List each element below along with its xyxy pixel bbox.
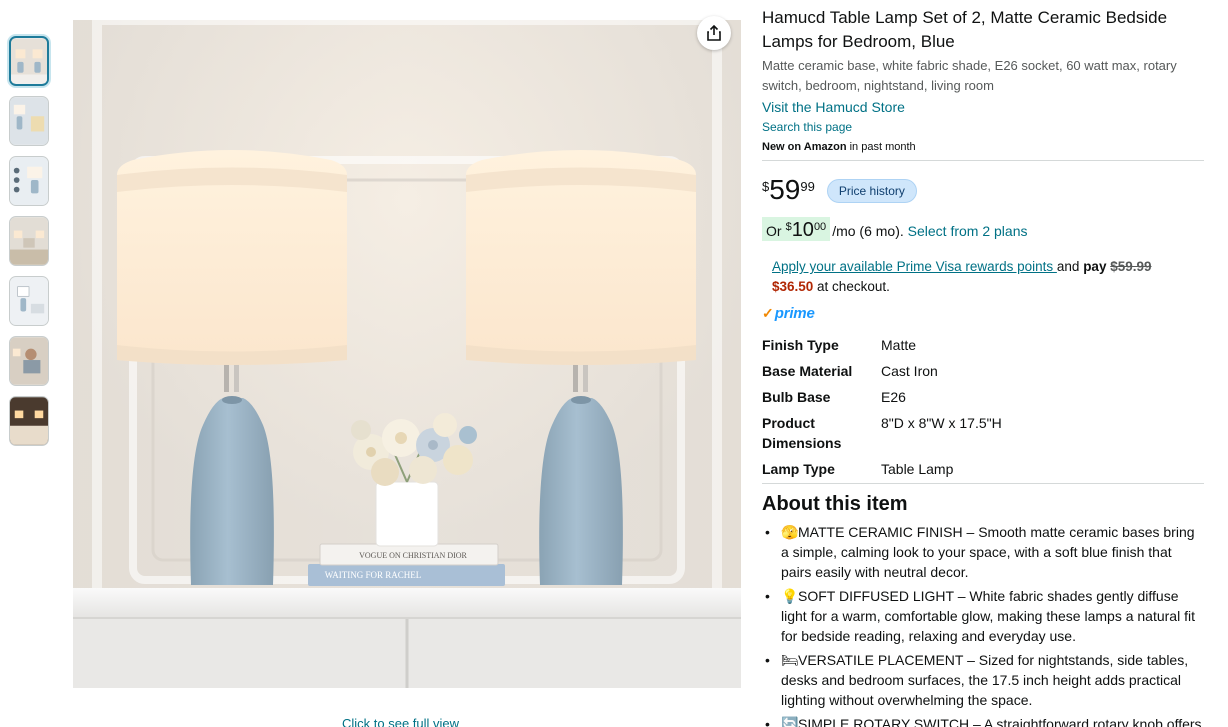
monthly-or: Or xyxy=(766,223,782,239)
product-info: Hamucd Table Lamp Set of 2, Matte Cerami… xyxy=(762,6,1204,727)
thumbnail-strip xyxy=(9,36,49,456)
price-whole: 59 xyxy=(769,174,801,205)
prime-visa-checkout: at checkout. xyxy=(813,279,890,294)
full-view-link[interactable]: Click to see full view xyxy=(342,716,459,727)
thumbnail-4[interactable] xyxy=(9,216,49,266)
spec-key: Product Dimensions xyxy=(762,415,842,451)
new-on-amazon-period: in past month xyxy=(846,141,916,153)
spec-key: Lamp Type xyxy=(762,461,835,477)
select-plans-link[interactable]: Select from 2 plans xyxy=(908,223,1028,239)
spec-value: Table Lamp xyxy=(881,461,954,477)
about-bullet: 💡SOFT DIFFUSED LIGHT – White fabric shad… xyxy=(762,586,1204,646)
prime-visa-link[interactable]: Apply your available Prime Visa rewards … xyxy=(772,259,1057,274)
price-history-button[interactable]: Price history xyxy=(826,179,917,203)
prime-check-icon: ✓ xyxy=(762,304,774,321)
bullet-text: MATTE CERAMIC FINISH – Smooth matte cera… xyxy=(781,524,1195,580)
spec-value: E26 xyxy=(881,389,906,405)
spec-row: Base Material Cast Iron xyxy=(762,361,1204,381)
thumbnail-1[interactable] xyxy=(9,36,49,86)
thumbnail-6[interactable] xyxy=(9,336,49,386)
monthly-payment: Or $ 10 00 /mo (6 mo). Select from 2 pla… xyxy=(762,217,1204,243)
monthly-terms: /mo (6 mo). Select from 2 plans xyxy=(832,223,1027,239)
about-bullet: 🛏VERSATILE PLACEMENT – Sized for nightst… xyxy=(762,650,1204,710)
store-link[interactable]: Visit the Hamucd Store xyxy=(762,97,1204,117)
share-icon xyxy=(707,24,721,41)
prime-visa-pay: pay xyxy=(1083,259,1107,274)
monthly-fraction: 00 xyxy=(813,221,827,233)
spec-value: Matte xyxy=(881,337,917,353)
price-fraction: 99 xyxy=(800,179,815,194)
about-title: About this item xyxy=(762,493,908,515)
spec-key: Bulb Base xyxy=(762,389,831,405)
spec-key: Finish Type xyxy=(762,337,839,353)
spec-row: Finish Type Matte xyxy=(762,335,1204,355)
thumbnail-5[interactable] xyxy=(9,276,49,326)
about-bullets: 🫣MATTE CERAMIC FINISH – Smooth matte cer… xyxy=(762,522,1204,727)
book-title-bottom: WAITING FOR RACHEL xyxy=(325,570,422,580)
spec-value: Cast Iron xyxy=(881,363,938,379)
bullet-emoji-icon: 🛏 xyxy=(781,652,799,668)
product-title: Hamucd Table Lamp Set of 2, Matte Cerami… xyxy=(762,8,1168,51)
about-bullet: 🔄SIMPLE ROTARY SWITCH – A straightforwar… xyxy=(762,714,1204,727)
thumbnail-3[interactable] xyxy=(9,156,49,206)
bullet-text: SIMPLE ROTARY SWITCH – A straightforward… xyxy=(798,716,1202,727)
bullet-text: VERSATILE PLACEMENT – Sized for nightsta… xyxy=(781,652,1189,708)
spec-row: Lamp Type Table Lamp xyxy=(762,459,1204,479)
spec-value: 8"D x 8"W x 17.5"H xyxy=(881,415,1002,431)
specs-table: Finish Type Matte Base Material Cast Iro… xyxy=(762,335,1204,479)
share-button[interactable] xyxy=(697,16,731,50)
price-symbol: $ xyxy=(762,179,770,194)
product-subtitle: Matte ceramic base, white fabric shade, … xyxy=(762,58,1177,93)
bullet-emoji-icon: 🔄 xyxy=(781,716,799,727)
prime-visa-offer: Apply your available Prime Visa rewards … xyxy=(772,257,1204,297)
prime-badge[interactable]: ✓ prime xyxy=(762,303,1204,323)
bullet-emoji-icon: 🫣 xyxy=(781,524,799,540)
new-on-amazon: New on Amazon in past month xyxy=(762,137,1204,157)
monthly-price-highlight: Or $ 10 00 xyxy=(762,217,831,241)
prime-visa-and: and xyxy=(1056,259,1080,274)
prime-visa-discounted-price: $36.50 xyxy=(772,279,814,294)
prime-visa-original-price: $59.99 xyxy=(1110,259,1152,274)
bullet-emoji-icon: 💡 xyxy=(781,588,799,604)
new-on-amazon-label: New on Amazon xyxy=(762,141,847,153)
price: $ 59 99 Price history xyxy=(762,175,1204,209)
bullet-text: SOFT DIFFUSED LIGHT – White fabric shade… xyxy=(781,588,1195,644)
about-bullet: 🫣MATTE CERAMIC FINISH – Smooth matte cer… xyxy=(762,522,1204,582)
spec-row: Product Dimensions 8"D x 8"W x 17.5"H xyxy=(762,413,1204,453)
spec-row: Bulb Base E26 xyxy=(762,387,1204,407)
prime-logo: prime xyxy=(774,304,815,322)
monthly-term: /mo (6 mo). xyxy=(832,223,904,239)
monthly-whole: 10 xyxy=(791,219,814,241)
divider xyxy=(762,160,1204,161)
spec-key: Base Material xyxy=(762,363,853,379)
search-page-link[interactable]: Search this page xyxy=(762,117,1204,137)
thumbnail-2[interactable] xyxy=(9,96,49,146)
book-title-top: VOGUE ON CHRISTIAN DIOR xyxy=(359,551,467,560)
divider xyxy=(762,483,1204,484)
main-product-image[interactable]: VOGUE ON CHRISTIAN DIOR WAITING FOR RACH… xyxy=(73,20,741,688)
thumbnail-7[interactable] xyxy=(9,396,49,446)
